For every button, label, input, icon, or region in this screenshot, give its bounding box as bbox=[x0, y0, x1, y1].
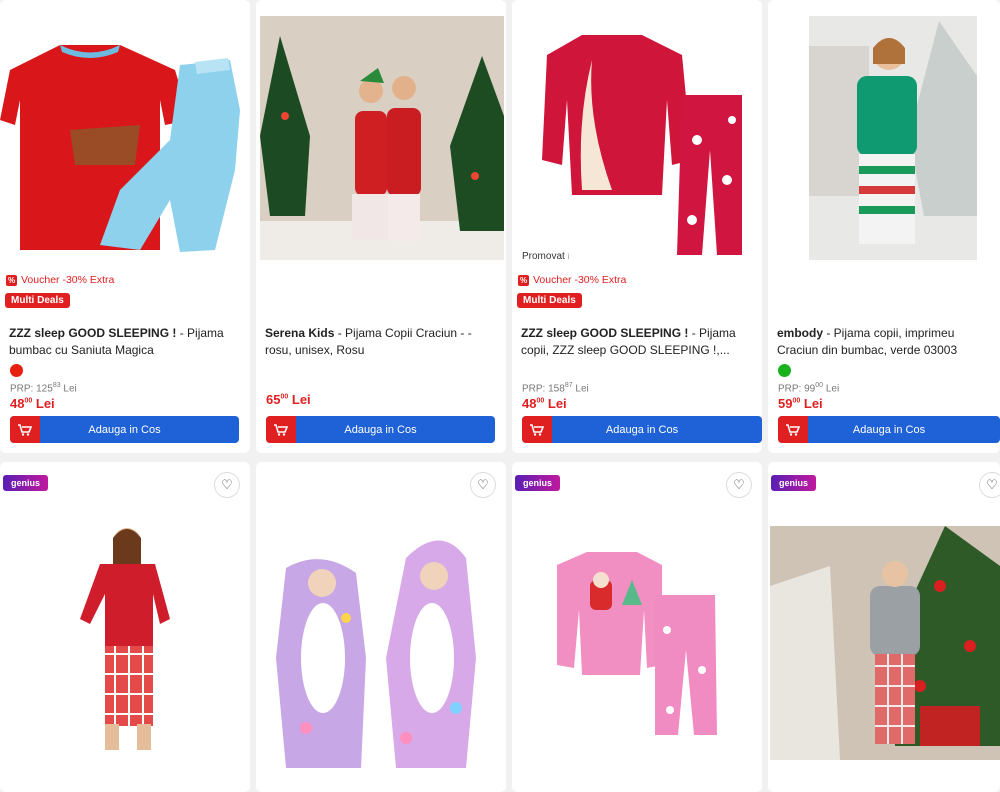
voucher-label: % Voucher -30% Extra bbox=[518, 274, 626, 286]
voucher-text: Voucher -30% Extra bbox=[533, 274, 627, 286]
price-currency: Lei bbox=[32, 396, 55, 411]
product-title[interactable]: Serena Kids - Pijama Copii Craciun - - r… bbox=[265, 325, 500, 359]
genius-badge: genius bbox=[3, 475, 49, 491]
price-currency: Lei bbox=[800, 396, 823, 411]
product-image[interactable] bbox=[770, 526, 1000, 760]
prp-price: PRP: 9900 Lei bbox=[778, 382, 839, 394]
product-image-svg bbox=[770, 526, 1000, 760]
prp-currency: Lei bbox=[60, 383, 77, 395]
product-image-svg bbox=[557, 552, 717, 735]
product-image[interactable] bbox=[75, 524, 175, 764]
price-currency: Lei bbox=[544, 396, 567, 411]
voucher-icon: % bbox=[6, 274, 17, 286]
price-int: 59 bbox=[778, 396, 793, 411]
product-card[interactable]: genius ♡ bbox=[0, 462, 250, 792]
add-to-cart-button[interactable]: Adauga in Cos bbox=[266, 416, 495, 443]
add-to-cart-label: Adauga in Cos bbox=[605, 423, 679, 436]
prp-currency: Lei bbox=[823, 383, 840, 395]
heart-icon[interactable]: ♡ bbox=[979, 472, 1000, 498]
product-price: 4800 Lei bbox=[10, 396, 55, 411]
voucher-icon: % bbox=[518, 274, 529, 286]
product-brand: Serena Kids bbox=[265, 326, 335, 340]
product-card[interactable]: Serena Kids - Pijama Copii Craciun - - r… bbox=[256, 0, 506, 453]
color-swatch[interactable] bbox=[778, 364, 791, 377]
product-image[interactable] bbox=[266, 528, 496, 778]
add-to-cart-label: Adauga in Cos bbox=[88, 423, 161, 436]
add-to-cart-button[interactable]: Adauga in Cos bbox=[522, 416, 762, 443]
product-price: 6500 Lei bbox=[266, 392, 311, 407]
prp-price: PRP: 15887 Lei bbox=[522, 382, 589, 394]
product-grid: % Voucher -30% Extra Multi Deals ZZZ slee… bbox=[0, 0, 1000, 792]
product-card[interactable]: embody - Pijama copii, imprimeu Craciun … bbox=[768, 0, 1000, 453]
product-image-svg bbox=[0, 45, 240, 252]
cart-icon bbox=[522, 416, 552, 443]
color-swatch[interactable] bbox=[10, 364, 23, 377]
prp-label: PRP: bbox=[778, 383, 802, 395]
add-to-cart-button[interactable]: Adauga in Cos bbox=[778, 416, 1000, 443]
product-brand: embody bbox=[777, 326, 824, 340]
product-image-svg bbox=[260, 16, 504, 260]
prp-currency: Lei bbox=[572, 383, 589, 395]
product-price: 4800 Lei bbox=[522, 396, 567, 411]
product-card[interactable]: genius ♡ bbox=[768, 462, 1000, 792]
product-card[interactable]: % Voucher -30% Extra Multi Deals ZZZ slee… bbox=[0, 0, 250, 453]
cart-icon bbox=[10, 416, 40, 443]
product-title[interactable]: ZZZ sleep GOOD SLEEPING ! - Pijama copii… bbox=[521, 325, 756, 359]
add-to-cart-button[interactable]: Adauga in Cos bbox=[10, 416, 239, 443]
prp-dec: 87 bbox=[564, 382, 573, 389]
heart-icon[interactable]: ♡ bbox=[470, 472, 496, 498]
cart-icon bbox=[266, 416, 296, 443]
genius-badge: genius bbox=[515, 475, 561, 491]
promoted-label[interactable]: Promovat i bbox=[518, 250, 574, 263]
prp-label: PRP: bbox=[522, 383, 546, 395]
product-brand: ZZZ sleep GOOD SLEEPING ! bbox=[9, 326, 177, 340]
product-image[interactable] bbox=[512, 0, 762, 262]
add-to-cart-label: Adauga in Cos bbox=[344, 423, 417, 436]
price-int: 65 bbox=[266, 392, 281, 407]
product-card[interactable]: genius ♡ bbox=[512, 462, 762, 792]
prp-int: 158 bbox=[548, 383, 565, 395]
multi-deals-badge: Multi Deals bbox=[517, 293, 582, 308]
prp-int: 125 bbox=[36, 383, 53, 395]
product-image[interactable] bbox=[552, 550, 732, 740]
prp-dec: 83 bbox=[52, 382, 61, 389]
promoted-text: Promovat bbox=[522, 251, 565, 262]
add-to-cart-label: Adauga in Cos bbox=[852, 423, 926, 436]
product-image[interactable] bbox=[0, 0, 250, 262]
product-image[interactable] bbox=[809, 16, 977, 260]
product-image-svg bbox=[80, 528, 170, 750]
prp-label: PRP: bbox=[10, 383, 34, 395]
voucher-text: Voucher -30% Extra bbox=[21, 274, 115, 286]
product-price: 5900 Lei bbox=[778, 396, 823, 411]
product-title[interactable]: ZZZ sleep GOOD SLEEPING ! - Pijama bumba… bbox=[9, 325, 244, 359]
info-icon[interactable]: i bbox=[568, 252, 570, 261]
prp-dec: 00 bbox=[815, 382, 824, 389]
price-currency: Lei bbox=[288, 392, 311, 407]
product-card[interactable]: ♡ bbox=[256, 462, 506, 792]
multi-deals-badge: Multi Deals bbox=[5, 293, 70, 308]
product-image-svg bbox=[809, 16, 977, 260]
voucher-label: % Voucher -30% Extra bbox=[6, 274, 114, 286]
product-image-svg bbox=[276, 540, 476, 768]
price-int: 48 bbox=[522, 396, 537, 411]
product-card[interactable]: Promovat i % Voucher -30% Extra Multi Deal… bbox=[512, 0, 762, 453]
price-int: 48 bbox=[10, 396, 25, 411]
cart-icon bbox=[778, 416, 808, 443]
prp-price: PRP: 12583 Lei bbox=[10, 382, 77, 394]
product-brand: ZZZ sleep GOOD SLEEPING ! bbox=[521, 326, 689, 340]
product-image-svg bbox=[542, 35, 742, 255]
product-image[interactable] bbox=[260, 16, 504, 260]
prp-int: 99 bbox=[804, 383, 816, 395]
product-title[interactable]: embody - Pijama copii, imprimeu Craciun … bbox=[777, 325, 994, 359]
heart-icon[interactable]: ♡ bbox=[726, 472, 752, 498]
heart-icon[interactable]: ♡ bbox=[214, 472, 240, 498]
genius-badge: genius bbox=[771, 475, 817, 491]
